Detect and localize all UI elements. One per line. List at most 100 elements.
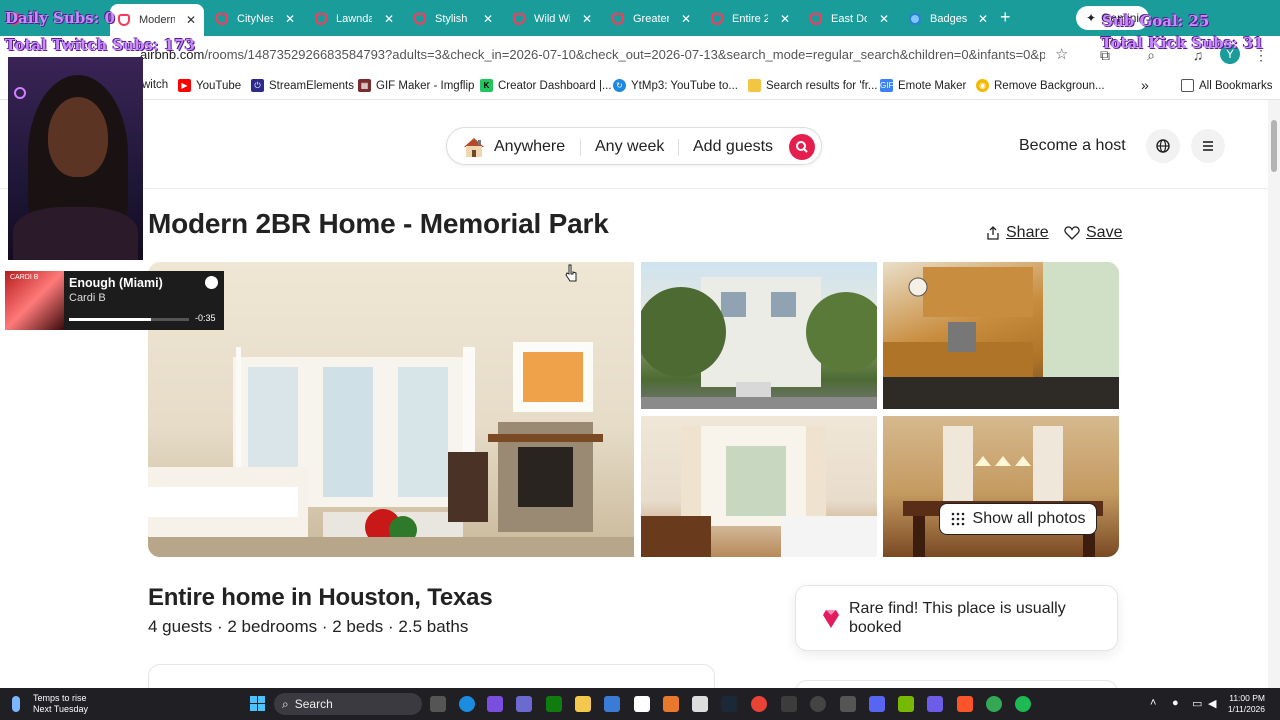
webcam-shirt	[13, 207, 138, 260]
teams-icon[interactable]	[516, 696, 532, 712]
bookmark-ytmp3[interactable]: ↻ YtMp3: YouTube to...	[613, 79, 738, 92]
steam-icon[interactable]	[721, 696, 737, 712]
edge-icon[interactable]	[459, 696, 475, 712]
save-button[interactable]: Save	[1064, 224, 1122, 242]
xbox-icon[interactable]	[546, 696, 562, 712]
volume-icon[interactable]: ◀	[1208, 697, 1216, 710]
photo-dining-room[interactable]	[883, 416, 1119, 557]
kitchen-image	[883, 262, 1119, 409]
file-explorer-icon[interactable]	[575, 696, 591, 712]
close-icon[interactable]: ✕	[978, 12, 988, 26]
task-view-icon[interactable]	[430, 696, 446, 712]
new-tab-button[interactable]: +	[1000, 8, 1011, 26]
app-icon[interactable]	[663, 696, 679, 712]
store-icon[interactable]	[604, 696, 620, 712]
photo-exterior[interactable]	[641, 262, 877, 409]
scrollbar-thumb[interactable]	[1271, 120, 1277, 172]
chrome-icon[interactable]	[751, 696, 767, 712]
airbnb-icon	[711, 12, 723, 25]
tab-badges[interactable]: Badges ✕	[901, 5, 996, 32]
grid-icon	[951, 512, 964, 526]
app-icon[interactable]	[927, 696, 943, 712]
bookmark-streamelements[interactable]: ⏻ StreamElements	[251, 79, 354, 92]
removebg-icon: ◉	[976, 79, 989, 92]
close-icon[interactable]: ✕	[879, 12, 889, 26]
dining-room-image	[903, 426, 1103, 557]
tab-modern[interactable]: Modern ✕	[110, 4, 204, 36]
folder-icon	[748, 79, 761, 92]
globe-icon	[909, 12, 921, 25]
bookmarks-overflow-button[interactable]: »	[1141, 77, 1149, 93]
search-where[interactable]: Anywhere	[494, 138, 565, 156]
all-bookmarks-label: All Bookmarks	[1199, 79, 1273, 92]
bookmark-imgflip[interactable]: ▦ GIF Maker - Imgflip	[358, 79, 474, 92]
main-menu-button[interactable]	[1191, 129, 1225, 163]
close-icon[interactable]: ✕	[285, 12, 295, 26]
chevron-up-icon[interactable]: ˄	[1150, 697, 1156, 709]
obs-icon[interactable]	[810, 696, 826, 712]
bookmark-remove-background[interactable]: ◉ Remove Backgroun...	[976, 79, 1105, 92]
bookmark-label: YtMp3: YouTube to...	[631, 79, 738, 92]
tab-lawndale[interactable]: Lawnda ✕	[307, 5, 402, 32]
close-icon[interactable]: ✕	[186, 13, 196, 27]
show-all-photos-button[interactable]: Show all photos	[939, 503, 1097, 535]
app-icon[interactable]	[781, 696, 797, 712]
close-icon[interactable]: ✕	[483, 12, 493, 26]
windows-start-icon[interactable]	[250, 696, 265, 711]
heart-icon	[1064, 226, 1080, 240]
copilot-icon[interactable]	[487, 696, 503, 712]
notepad-icon[interactable]	[634, 696, 650, 712]
airbnb-icon	[414, 12, 426, 25]
bookmark-label: Search results for 'fr...	[766, 79, 878, 92]
bookmark-label: Creator Dashboard |...	[498, 79, 612, 92]
bookmark-emote-maker[interactable]: GIF Emote Maker	[880, 79, 966, 92]
microphone-icon[interactable]: ●	[1172, 697, 1179, 709]
share-button[interactable]: Share	[986, 224, 1049, 242]
share-label: Share	[1006, 224, 1049, 241]
all-bookmarks-button[interactable]: All Bookmarks	[1181, 79, 1273, 92]
tab-east-downtown[interactable]: East Do ✕	[802, 5, 897, 32]
spotify-icon[interactable]	[1015, 696, 1031, 712]
airbnb-icon	[315, 12, 327, 25]
tab-stylish[interactable]: Stylish L ✕	[406, 5, 501, 32]
tab-wild[interactable]: Wild Wi ✕	[505, 5, 600, 32]
language-button[interactable]	[1146, 129, 1180, 163]
save-label: Save	[1086, 224, 1123, 241]
page-scrollbar[interactable]	[1268, 100, 1280, 688]
chrome-icon[interactable]	[986, 696, 1002, 712]
tab-entire[interactable]: Entire 2 ✕	[703, 5, 798, 32]
app-icon[interactable]	[840, 696, 856, 712]
become-host-link[interactable]: Become a host	[1019, 137, 1126, 155]
snipping-tool-icon[interactable]	[692, 696, 708, 712]
brave-icon[interactable]	[957, 696, 973, 712]
close-icon[interactable]: ✕	[681, 12, 691, 26]
tab-greater[interactable]: Greater ✕	[604, 5, 699, 32]
system-clock[interactable]: 11:00 PM 1/11/2026	[1220, 693, 1265, 715]
tab-citynest[interactable]: CityNes ✕	[208, 5, 303, 32]
nvidia-icon[interactable]	[898, 696, 914, 712]
photo-kitchen[interactable]	[883, 262, 1119, 409]
search-bar[interactable]: Anywhere Any week Add guests	[446, 127, 822, 165]
clock-time: 11:00 PM	[1229, 693, 1265, 703]
bookmark-search-results[interactable]: Search results for 'fr...	[748, 79, 878, 92]
network-icon[interactable]: ▭	[1192, 697, 1202, 710]
close-icon[interactable]: ✕	[582, 12, 592, 26]
song-time-remaining: -0:35	[195, 313, 216, 323]
search-who[interactable]: Add guests	[693, 138, 773, 156]
search-button[interactable]	[789, 134, 815, 160]
sub-goal-overlay: Sub Goal: 25	[1102, 12, 1210, 30]
bookmark-twitch[interactable]: witch	[142, 79, 168, 91]
photo-bedroom[interactable]	[641, 416, 877, 557]
close-icon[interactable]: ✕	[780, 12, 790, 26]
taskbar-search-label: Search	[294, 697, 333, 711]
url-field[interactable]: airbnb.com/rooms/1487352926683584793?adu…	[140, 47, 1045, 62]
discord-icon[interactable]	[869, 696, 885, 712]
bookmark-star-icon[interactable]: ☆	[1055, 45, 1068, 63]
bookmark-creator-dashboard[interactable]: K Creator Dashboard |...	[480, 79, 612, 92]
close-icon[interactable]: ✕	[384, 12, 394, 26]
search-when[interactable]: Any week	[595, 138, 664, 156]
bookmark-youtube[interactable]: ▶ YouTube	[178, 79, 241, 92]
listing-title: Modern 2BR Home - Memorial Park	[148, 208, 609, 239]
hand-cursor-icon	[565, 264, 577, 282]
taskbar-search[interactable]: ⌕ Search	[274, 693, 422, 715]
